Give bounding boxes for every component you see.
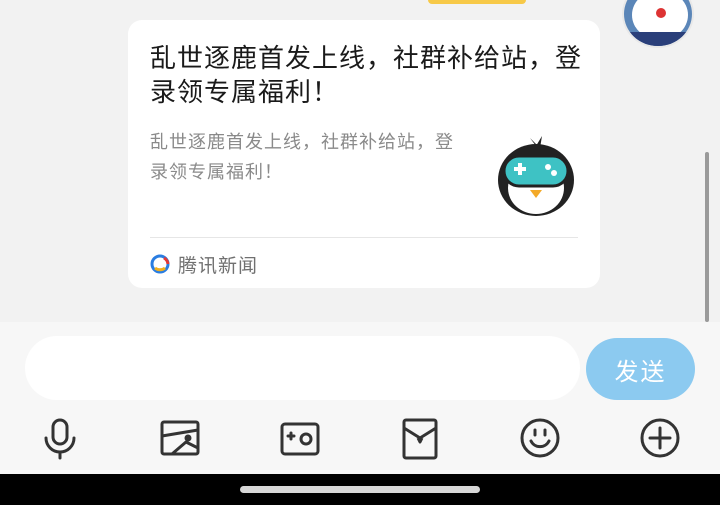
avatar[interactable] (622, 0, 694, 48)
previous-message-badge (428, 0, 526, 4)
avatar-band (624, 32, 692, 46)
red-packet-icon (402, 418, 438, 460)
album-button[interactable] (156, 414, 204, 462)
game-penguin-thumbnail (498, 136, 574, 216)
more-button[interactable] (636, 414, 684, 462)
card-source-name: 腾讯新闻 (178, 254, 259, 277)
camera-icon (280, 422, 320, 456)
card-description: 乱世逐鹿首发上线，社群补给站，登录领专属福利！ (150, 132, 454, 183)
camera-button[interactable] (276, 414, 324, 462)
message-input[interactable] (25, 336, 580, 400)
card-divider (150, 237, 578, 238)
card-source[interactable]: 腾讯新闻 (150, 250, 258, 278)
microphone-icon (44, 418, 76, 460)
voice-button[interactable] (36, 414, 84, 462)
card-title: 乱世逐鹿首发上线，社群补给站，登录领专属福利！ (150, 44, 583, 108)
plus-icon (640, 418, 680, 458)
chat-scrollbar[interactable] (705, 152, 709, 322)
emoji-button[interactable] (516, 414, 564, 462)
red-packet-button[interactable] (396, 414, 444, 462)
chat-area[interactable]: 乱世逐鹿首发上线，社群补给站，登录领专属福利！ 乱世逐鹿首发上线，社群补给站，登… (0, 0, 720, 322)
tencent-news-logo-icon (150, 254, 170, 274)
system-navigation-bar (0, 474, 720, 505)
emoji-icon (520, 418, 560, 458)
send-button[interactable]: 发送 (586, 338, 695, 400)
composer-bar: 发送 (0, 322, 720, 474)
image-icon (160, 420, 200, 456)
avatar-nose (656, 8, 666, 18)
news-share-card[interactable]: 乱世逐鹿首发上线，社群补给站，登录领专属福利！ 乱世逐鹿首发上线，社群补给站，登… (128, 20, 600, 288)
home-indicator[interactable] (240, 486, 480, 493)
